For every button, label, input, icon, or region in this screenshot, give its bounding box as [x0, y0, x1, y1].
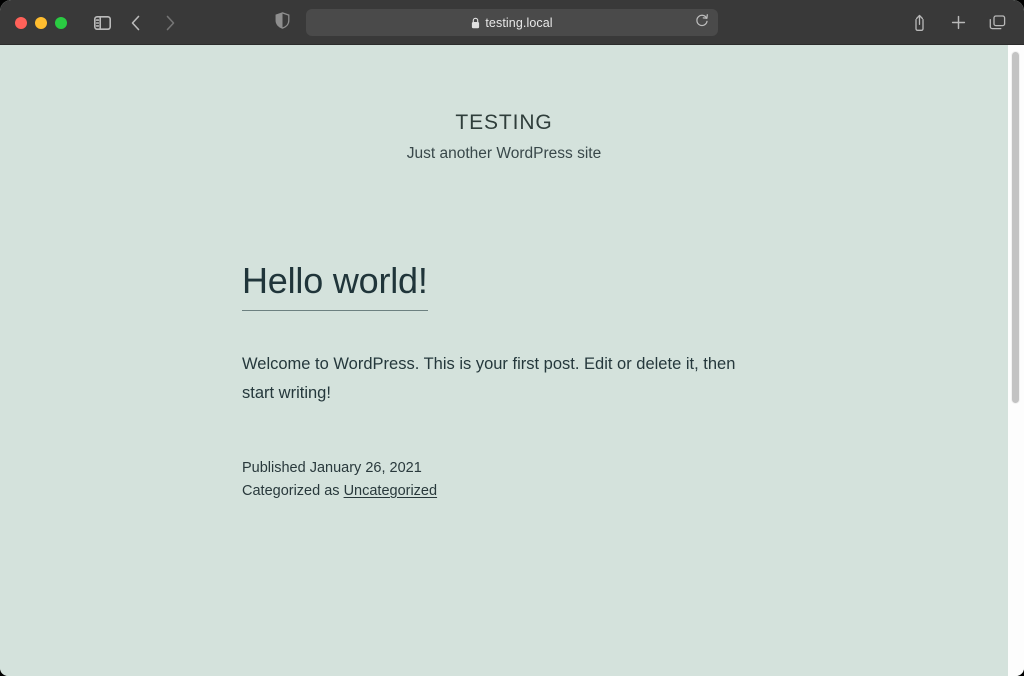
tab-overview-icon [989, 15, 1006, 31]
reload-button[interactable] [693, 14, 711, 32]
shield-icon [275, 12, 290, 34]
back-button[interactable] [121, 9, 151, 37]
sidebar-icon [94, 16, 111, 30]
plus-icon [951, 15, 966, 30]
site-tagline: Just another WordPress site [0, 144, 1008, 164]
site-header: TESTING Just another WordPress site [0, 45, 1008, 164]
forward-button[interactable] [155, 9, 185, 37]
browser-window: testing.local [0, 0, 1024, 676]
url-text: testing.local [485, 16, 552, 30]
privacy-report-button[interactable] [275, 0, 290, 45]
post-category-line: Categorized as Uncategorized [242, 480, 802, 503]
reload-icon [695, 13, 709, 32]
chevron-right-icon [164, 14, 176, 32]
sidebar-toggle-button[interactable] [87, 9, 117, 37]
share-icon [912, 14, 927, 32]
new-tab-button[interactable] [943, 9, 973, 37]
vertical-scrollbar-thumb[interactable] [1011, 51, 1020, 404]
toolbar-right-actions [904, 0, 1012, 45]
vertical-scrollbar-track[interactable] [1008, 45, 1024, 676]
site-title[interactable]: TESTING [0, 110, 1008, 135]
post-published-date: Published January 26, 2021 [242, 457, 802, 480]
post-meta: Published January 26, 2021 Categorized a… [242, 457, 802, 504]
window-controls [0, 17, 67, 29]
category-link[interactable]: Uncategorized [344, 483, 438, 499]
chevron-left-icon [130, 14, 142, 32]
address-bar-container: testing.local [306, 9, 718, 36]
post-article: Hello world! Welcome to WordPress. This … [242, 260, 802, 503]
wordpress-site: TESTING Just another WordPress site Hell… [0, 45, 1008, 676]
page-viewport: TESTING Just another WordPress site Hell… [0, 45, 1024, 676]
close-window-button[interactable] [15, 17, 27, 29]
categorized-as-label: Categorized as [242, 483, 344, 499]
url-display: testing.local [471, 16, 552, 30]
post-body-text: Welcome to WordPress. This is your first… [242, 350, 752, 409]
share-button[interactable] [904, 9, 934, 37]
address-bar[interactable]: testing.local [306, 9, 718, 36]
zoom-window-button[interactable] [55, 17, 67, 29]
lock-icon [471, 17, 480, 29]
minimize-window-button[interactable] [35, 17, 47, 29]
browser-toolbar: testing.local [0, 0, 1024, 45]
navigation-controls [87, 9, 185, 37]
tab-overview-button[interactable] [982, 9, 1012, 37]
post-title-link[interactable]: Hello world! [242, 260, 428, 310]
